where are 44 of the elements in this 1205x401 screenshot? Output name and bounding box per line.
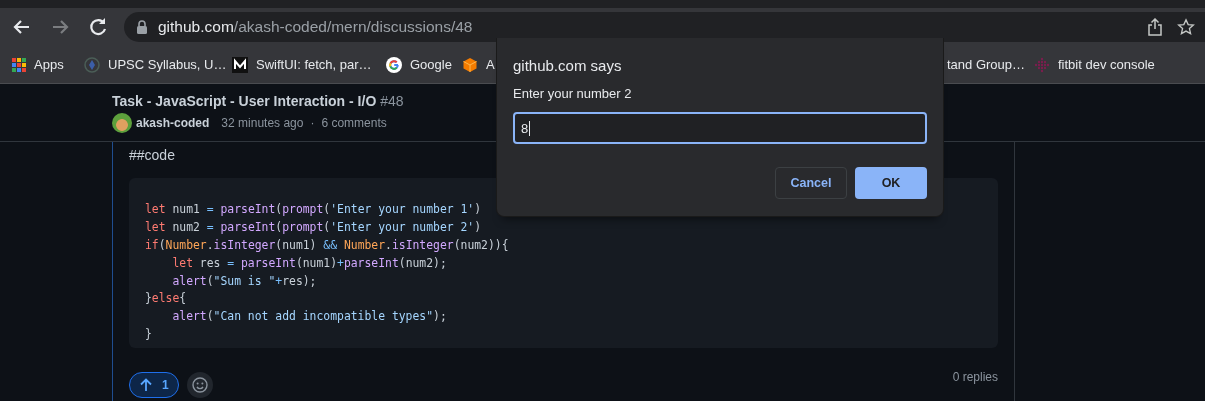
add-reaction-button[interactable] (186, 372, 213, 398)
timestamp: 32 minutes ago (221, 116, 304, 130)
emblem-icon (84, 56, 100, 73)
google-icon (386, 56, 402, 73)
dots-icon (1034, 56, 1050, 73)
bookmark-link[interactable]: fitbit dev console (1058, 57, 1155, 72)
code-line: let res = parseInt(num1)+parseInt(num2); (171, 254, 448, 272)
dialog-message: Enter your number 2 (513, 86, 633, 102)
star-icon[interactable] (1177, 18, 1195, 36)
bookmark-link[interactable]: Google (410, 57, 452, 72)
author-link[interactable]: akash-coded (136, 116, 210, 130)
smiley-icon (191, 377, 208, 393)
arrow-up-icon (139, 378, 153, 392)
code-line: let num1 = parseInt(prompt('Enter your number 1') (145, 201, 483, 218)
reply-count: 0 replies (952, 370, 998, 384)
url-path: /akash-coded/mern/discussions/48 (233, 18, 473, 36)
avatar (112, 113, 132, 133)
cube-icon (462, 56, 478, 73)
bookmark-link[interactable]: tand Group… (947, 57, 1026, 72)
m-logo-icon (232, 56, 248, 73)
bookmark-link[interactable]: A (486, 57, 495, 72)
code-line: alert("Can not add incompatible types"); (171, 308, 448, 326)
code-line: } (145, 326, 153, 344)
separator-dot: · (310, 116, 315, 130)
code-line: }else{ (145, 290, 188, 308)
upvote-button[interactable]: 1 (129, 372, 179, 398)
apps-grid-icon (12, 57, 26, 72)
cancel-button[interactable]: Cancel (775, 167, 847, 199)
discussion-title: Task - JavaScript - User Interaction - I/O #48 (112, 93, 404, 110)
bookmark-link[interactable]: Apps (34, 57, 64, 72)
address-bar[interactable]: github.com/akash-coded/mern/discussions/48 (124, 12, 1205, 42)
confirm-button[interactable]: OK (855, 167, 927, 199)
input-field[interactable]: 8 (513, 112, 927, 144)
bookmark-link[interactable]: UPSC Syllabus, U… (108, 57, 227, 72)
share-icon[interactable] (1147, 18, 1163, 36)
comment-heading: ##code (129, 146, 176, 164)
dialog-title: github.com says (513, 56, 623, 76)
code-line: let num2 = parseInt(prompt('Enter your number 2') (145, 218, 483, 236)
lock-icon (136, 20, 148, 34)
code-line: alert("Sum is "+res); (171, 272, 318, 290)
code-line: if(Number.isInteger(num1) && Number.isInteger(num2)){ (145, 236, 510, 254)
bookmark-link[interactable]: SwiftUI: fetch, par… (256, 57, 372, 72)
comment-count: 6 comments (321, 116, 387, 130)
url-host: github.com (158, 18, 234, 36)
